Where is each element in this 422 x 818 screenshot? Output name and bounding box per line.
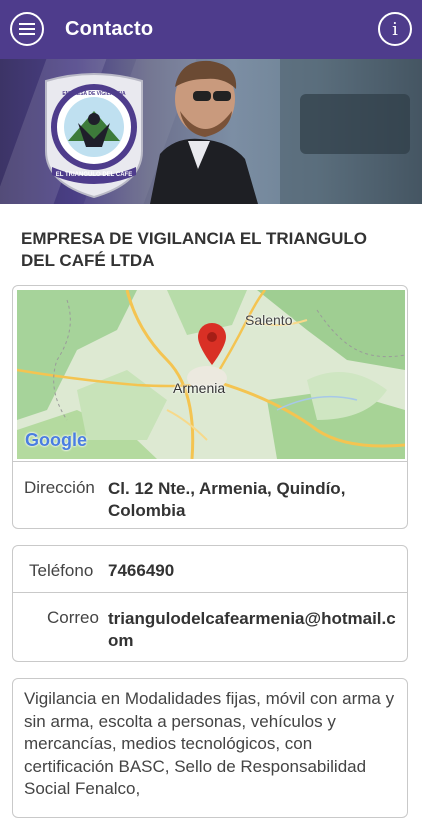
map-view[interactable]: Armenia Salento Google: [17, 290, 405, 459]
google-logo: Google: [25, 430, 87, 450]
card-divider: [13, 592, 407, 593]
contact-card: Teléfono 7466490 Correo triangulodelcafe…: [12, 545, 408, 662]
phone-value[interactable]: 7466490: [108, 561, 174, 581]
email-value[interactable]: triangulodelcafearmenia@hotmail.com: [108, 608, 403, 652]
header-banner: EMPRESA DE VIGILANCIA EL TRIANGULO DEL C…: [0, 59, 422, 204]
logo-top-text: EMPRESA DE VIGILANCIA: [62, 91, 126, 97]
logo-bottom-text: EL TRIANGULO DEL CAFE: [55, 172, 133, 178]
app-bar: Contacto i: [0, 0, 422, 59]
address-label: Dirección: [24, 478, 95, 497]
company-name: EMPRESA DE VIGILANCIA EL TRIANGULO DEL C…: [21, 229, 368, 270]
map-label-armenia: Armenia: [173, 380, 226, 396]
company-logo: EMPRESA DE VIGILANCIA EL TRIANGULO DEL C…: [38, 71, 150, 199]
location-card: Armenia Salento Google Dirección Cl. 12 …: [12, 285, 408, 529]
card-divider: [13, 461, 407, 462]
hamburger-menu-icon[interactable]: [10, 12, 44, 46]
map-pin-icon[interactable]: [198, 323, 226, 365]
info-icon[interactable]: i: [378, 12, 412, 46]
email-label: Correo: [47, 608, 99, 627]
hamburger-lines: [19, 23, 35, 35]
info-glyph: i: [392, 18, 398, 40]
address-value[interactable]: Cl. 12 Nte., Armenia, Quindío, Colombia: [108, 478, 388, 522]
description-card: Vigilancia en Modalidades fijas, móvil c…: [12, 678, 408, 818]
phone-label: Teléfono: [29, 561, 94, 580]
map-label-salento: Salento: [245, 312, 293, 328]
services-description: Vigilancia en Modalidades fijas, móvil c…: [24, 689, 395, 798]
page-title: Contacto: [65, 18, 154, 40]
